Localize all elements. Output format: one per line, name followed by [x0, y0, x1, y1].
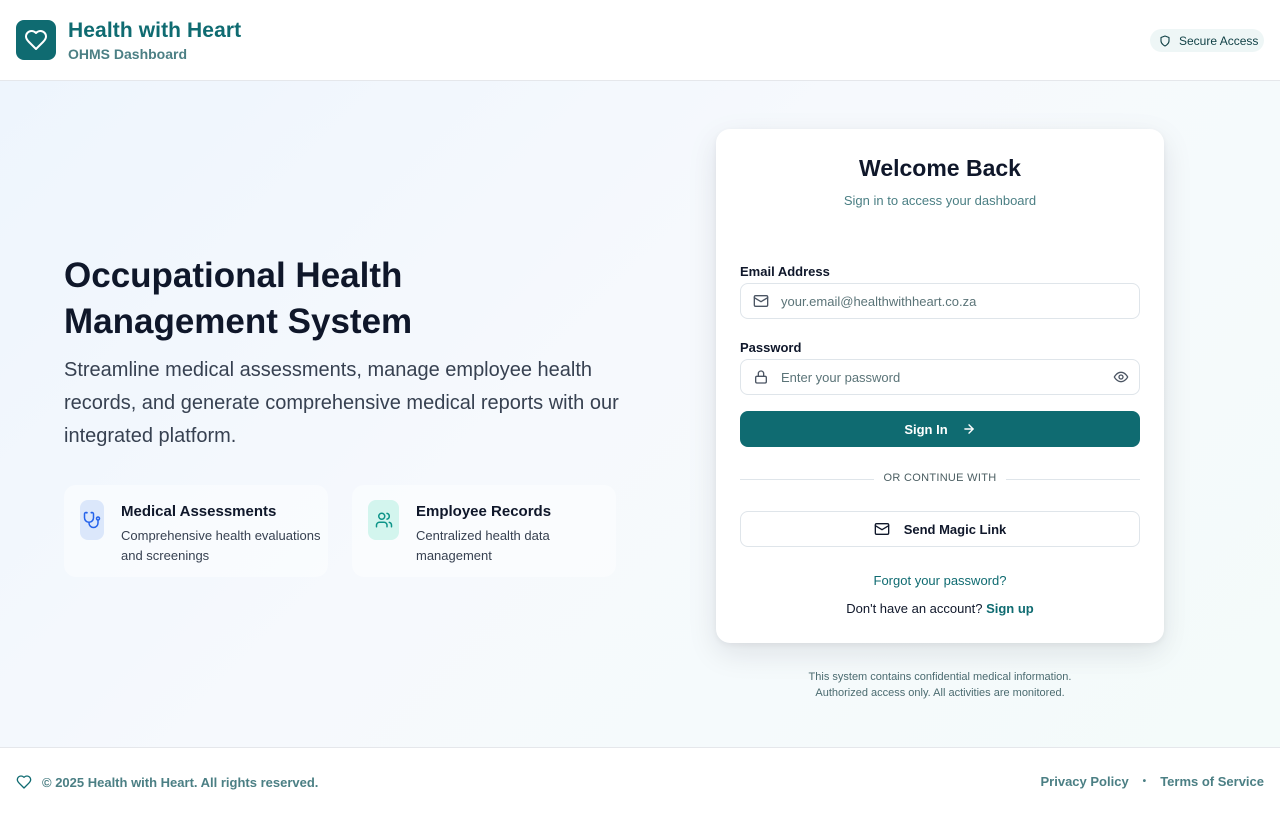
brand-subtitle: OHMS Dashboard	[68, 46, 188, 62]
magic-link-label: Send Magic Link	[903, 521, 1007, 537]
copyright-text: © 2025 Health with Heart. All rights res…	[42, 774, 319, 790]
sign-in-button[interactable]: Sign In	[740, 411, 1140, 447]
mail-icon	[874, 523, 890, 535]
password-label: Password	[740, 340, 802, 355]
footer-copyright-block: © 2025 Health with Heart. All rights res…	[16, 774, 318, 790]
top-header: Health with Heart OHMS Dashboard Secure …	[0, 0, 1280, 81]
stethoscope-icon	[80, 500, 104, 540]
privacy-policy-link[interactable]: Privacy Policy	[1041, 774, 1129, 789]
shield-icon	[1160, 34, 1170, 47]
secure-badge-label: Secure Access	[1179, 33, 1259, 48]
heart-icon	[16, 775, 32, 789]
feature-title: Employee Records	[416, 503, 552, 520]
sign-in-label: Sign In	[904, 421, 948, 437]
lock-icon	[755, 370, 767, 384]
login-title: Welcome Back	[859, 155, 1021, 181]
confidentiality-notice: This system contains confidential medica…	[716, 669, 1164, 701]
login-card: Welcome Back Sign in to access your dash…	[716, 129, 1164, 643]
eye-icon[interactable]	[1113, 369, 1129, 385]
divider-line-right	[1006, 479, 1140, 480]
users-icon	[368, 500, 399, 540]
feature-medical-assessments: Medical Assessments Comprehensive health…	[64, 485, 328, 577]
mail-icon	[753, 295, 769, 307]
signup-row: Don't have an account? Sign up	[716, 601, 1164, 616]
feature-title: Medical Assessments	[121, 503, 277, 520]
feature-description: Comprehensive health evaluations and scr…	[121, 528, 321, 563]
heart-icon[interactable]	[16, 20, 56, 60]
sign-up-link[interactable]: Sign up	[986, 601, 1034, 616]
send-magic-link-button[interactable]: Send Magic Link	[740, 511, 1140, 547]
divider-text: OR CONTINUE WITH	[883, 472, 997, 484]
forgot-password-link[interactable]: Forgot your password?	[716, 573, 1164, 588]
arrow-right-icon	[963, 424, 974, 434]
terms-of-service-link[interactable]: Terms of Service	[1160, 774, 1264, 789]
feature-employee-records: Employee Records Centralized health data…	[352, 485, 616, 577]
email-field[interactable]	[781, 284, 1101, 318]
brand-title[interactable]: Health with Heart	[68, 19, 241, 43]
main-area: Occupational Health Management System St…	[0, 81, 1280, 747]
secure-access-badge: Secure Access	[1150, 29, 1264, 52]
footer-separator: •	[1142, 776, 1147, 787]
notice-line-1: This system contains confidential medica…	[808, 671, 1072, 683]
password-field-wrapper[interactable]	[740, 359, 1140, 395]
no-account-text: Don't have an account?	[846, 601, 983, 616]
hero-title: Occupational Health Management System	[64, 256, 413, 341]
footer-links: Privacy Policy • Terms of Service	[1041, 774, 1265, 789]
feature-description: Centralized health data management	[416, 528, 550, 563]
notice-line-2: Authorized access only. All activities a…	[815, 687, 1065, 699]
hero-description: Streamline medical assessments, manage e…	[64, 359, 619, 447]
login-subtitle: Sign in to access your dashboard	[843, 193, 1037, 208]
email-field-wrapper[interactable]	[740, 283, 1140, 319]
email-label: Email Address	[740, 264, 830, 279]
footer: © 2025 Health with Heart. All rights res…	[0, 747, 1280, 816]
password-field[interactable]	[781, 360, 1101, 394]
